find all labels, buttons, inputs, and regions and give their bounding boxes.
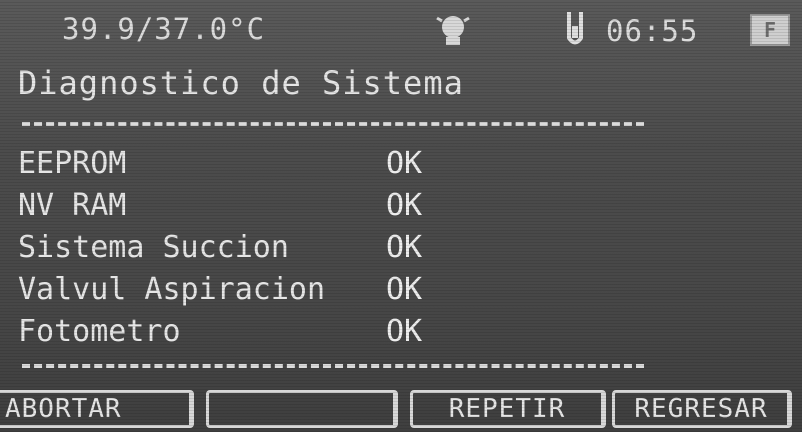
page-title: Diagnostico de Sistema <box>18 64 464 102</box>
status-bar: 39.9/37.0°C 06:55 F <box>0 0 802 58</box>
diagnostic-status: OK <box>386 146 423 181</box>
diagnostic-status: OK <box>386 314 423 349</box>
blank-softkey[interactable] <box>206 390 398 428</box>
diagnostic-label: NV RAM <box>18 188 127 223</box>
test-tube-icon <box>567 12 583 45</box>
mode-badge: F <box>750 14 790 46</box>
diagnostic-label: Valvul Aspiracion <box>18 272 326 307</box>
diagnostic-status: OK <box>386 188 423 223</box>
softkey-bar: ABORTAR REPETIR REGRESAR <box>0 386 802 432</box>
back-button[interactable]: REGRESAR <box>612 390 792 428</box>
diagnostic-status: OK <box>386 272 423 307</box>
diagnostic-row-suction: Sistema Succion OK <box>18 226 618 268</box>
lamp-icon <box>436 16 470 45</box>
diagnostic-label: EEPROM <box>18 146 127 181</box>
diagnostic-label: Fotometro <box>18 314 181 349</box>
diagnostic-row-eeprom: EEPROM OK <box>18 142 618 184</box>
divider-bottom <box>22 364 644 368</box>
clock: 06:55 <box>606 14 699 48</box>
divider-top <box>22 122 644 126</box>
diagnostic-status: OK <box>386 230 423 265</box>
diagnostic-row-nvram: NV RAM OK <box>18 184 618 226</box>
diagnostic-row-aspiration-valve: Valvul Aspiracion OK <box>18 268 618 310</box>
diagnostic-row-photometer: Fotometro OK <box>18 310 618 352</box>
device-screen: 39.9/37.0°C 06:55 F Diagnostico de Siste… <box>0 0 802 432</box>
diagnostic-list: EEPROM OK NV RAM OK Sistema Succion OK V… <box>18 142 618 352</box>
abort-button[interactable]: ABORTAR <box>0 390 194 428</box>
repeat-button[interactable]: REPETIR <box>410 390 606 428</box>
temperature-readout: 39.9/37.0°C <box>62 12 266 46</box>
diagnostic-label: Sistema Succion <box>18 230 289 265</box>
